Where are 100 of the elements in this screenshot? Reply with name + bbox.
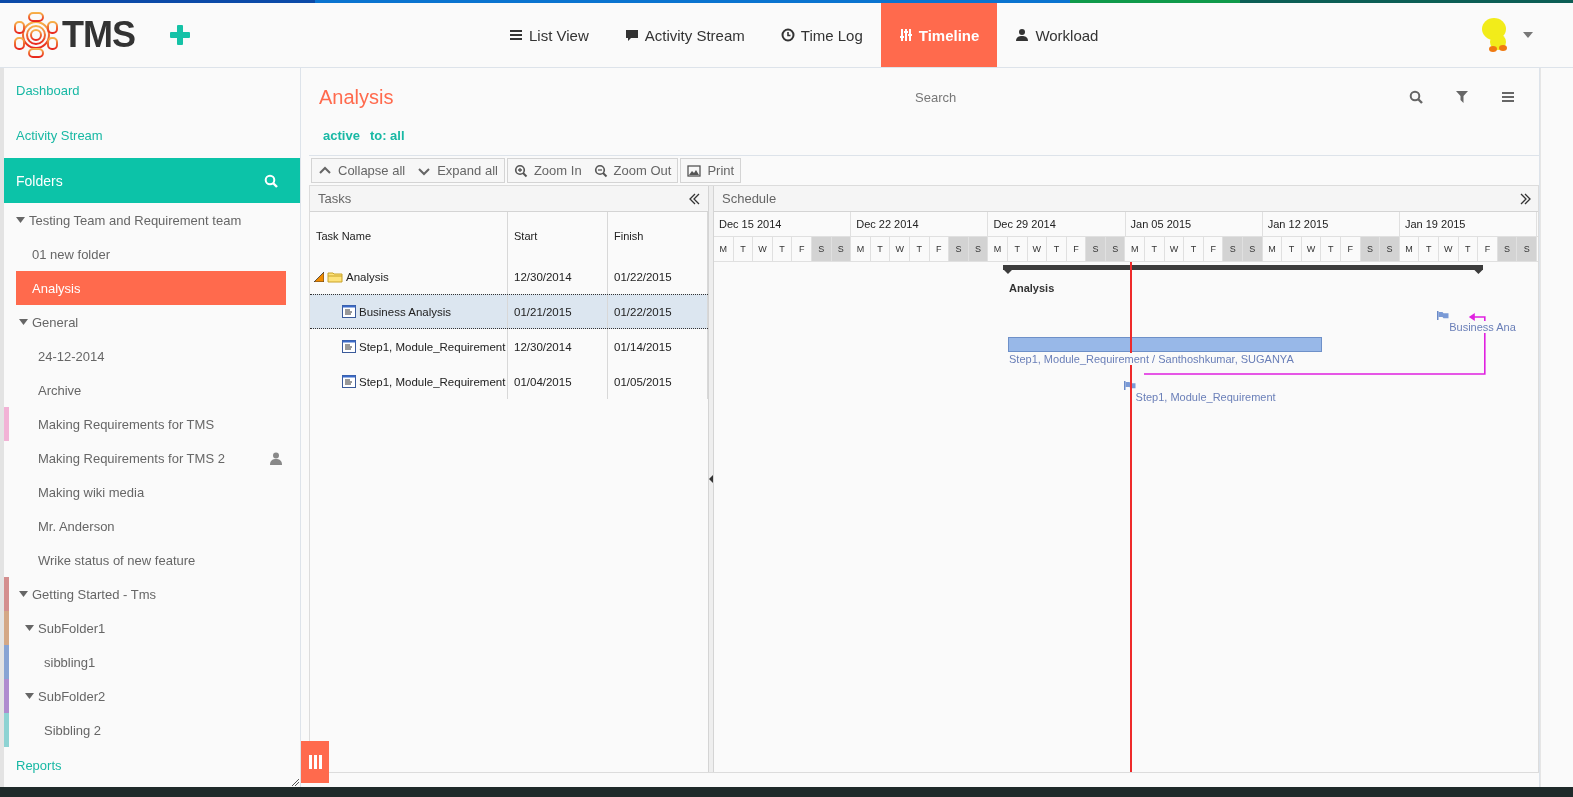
bar-label: Step1, Module_Requirement / Santhoshkumar, SUGANYA <box>1008 353 1295 365</box>
task-icon <box>342 375 356 388</box>
week-label: Dec 15 2014 <box>714 212 852 236</box>
comment-icon <box>624 28 639 42</box>
clock-icon <box>780 28 795 42</box>
double-chevron-left-icon <box>688 192 702 205</box>
plus-icon <box>169 24 191 46</box>
task-name: Analysis <box>346 270 389 283</box>
double-chevron-right-icon <box>1518 192 1532 205</box>
bar-label: Analysis <box>1008 282 1056 294</box>
nav-tab[interactable]: List View <box>491 3 607 67</box>
day-cell: T <box>1184 237 1204 261</box>
table-cell: 01/04/2015 <box>508 364 608 399</box>
day-cell: M <box>1125 237 1146 261</box>
splitter-arrow-icon <box>709 475 713 483</box>
day-cell: M <box>1399 237 1420 261</box>
zoom-in-icon <box>513 163 528 178</box>
folder-item[interactable]: Mr. Anderson <box>16 509 286 543</box>
sliders-icon <box>898 28 913 42</box>
search-field[interactable]: Search <box>913 88 1117 106</box>
folder-item[interactable]: Making Requirements for TMS 2 <box>16 441 286 475</box>
folder-item[interactable]: Making Requirements for TMS <box>16 407 286 441</box>
folder-item[interactable]: Archive <box>16 373 286 407</box>
day-cell: T <box>1007 237 1028 261</box>
search-button[interactable] <box>1409 90 1423 104</box>
collapse-button[interactable] <box>688 192 702 205</box>
day-cell: W <box>890 237 910 261</box>
day-cell: S <box>1360 237 1381 261</box>
day-cell: M <box>1262 237 1283 261</box>
folder-item[interactable]: Testing Team and Requirement team <box>16 203 286 237</box>
folder-item[interactable]: Making wiki media <box>16 475 286 509</box>
toolbar-button[interactable]: Expand all <box>411 159 504 182</box>
folder-item[interactable]: Getting Started - Tms <box>16 577 286 611</box>
bar-label: Step1, Module_Requirement <box>1134 391 1277 403</box>
folder-item[interactable]: SubFolder1 <box>16 611 286 645</box>
day-cell: F <box>792 237 812 261</box>
toolbar-button[interactable]: Zoom In <box>507 159 588 182</box>
panel-toggle-button[interactable] <box>301 741 329 783</box>
folder-item[interactable]: Wrike status of new feature <box>16 543 286 577</box>
caret-icon <box>1523 32 1533 38</box>
toolbar-button[interactable]: Print <box>681 159 741 182</box>
folder-item[interactable]: 01 new folder <box>16 237 286 271</box>
page-title: Analysis <box>319 85 395 109</box>
task-name: Business Analysis <box>359 305 452 318</box>
week-label: Jan 12 2015 <box>1262 212 1400 236</box>
day-cell: M <box>714 237 734 261</box>
filter-button[interactable] <box>1455 90 1469 104</box>
nav-tab[interactable]: Activity Stream <box>606 3 763 67</box>
search-icon <box>264 173 278 188</box>
day-cell: W <box>753 237 773 261</box>
expand-button[interactable] <box>1518 192 1532 205</box>
folder-icon <box>327 270 343 283</box>
day-cell: T <box>909 237 930 261</box>
nav-tab[interactable]: Time Log <box>762 3 881 67</box>
folder-item[interactable]: 24-12-2014 <box>16 339 286 373</box>
day-cell: T <box>1458 237 1479 261</box>
table-cell: 12/30/2014 <box>508 329 608 364</box>
day-cell: T <box>1145 237 1165 261</box>
day-cell: S <box>1223 237 1244 261</box>
bar-label: Business Ana <box>1448 321 1517 333</box>
task-icon <box>342 340 356 353</box>
panel-title: Schedule <box>722 191 777 206</box>
day-cell: T <box>1047 237 1067 261</box>
folder-item[interactable]: SubFolder2 <box>16 679 286 713</box>
picture-icon <box>687 163 702 178</box>
user-icon <box>1015 28 1030 42</box>
day-cell: S <box>949 237 969 261</box>
day-cell: T <box>1282 237 1302 261</box>
toolbar-button[interactable]: Zoom Out <box>587 159 678 182</box>
folder-item[interactable]: General <box>16 305 286 339</box>
day-cell: T <box>1321 237 1341 261</box>
resize-grip-icon <box>291 778 299 786</box>
menu-button[interactable] <box>1501 90 1515 104</box>
table-cell: 01/21/2015 <box>508 295 608 328</box>
menu-icon <box>1501 90 1515 104</box>
day-cell: W <box>1027 237 1048 261</box>
task-name: Step1, Module_Requirement <box>359 340 506 353</box>
nav-tab[interactable]: Workload <box>997 3 1117 67</box>
task-row[interactable]: Business Analysis 01/21/2015 01/22/2015 <box>310 294 708 329</box>
day-cell: T <box>1419 237 1439 261</box>
day-cell: T <box>733 237 754 261</box>
flag-icon <box>1437 311 1450 320</box>
day-cell: S <box>1380 237 1400 261</box>
folder-item[interactable]: sibbling1 <box>16 645 286 679</box>
list-icon <box>509 28 523 42</box>
task-name: Step1, Module_Requirement <box>359 375 506 388</box>
day-cell: T <box>870 237 891 261</box>
week-label: Jan 05 2015 <box>1125 212 1263 236</box>
folders-title: Folders <box>16 172 63 189</box>
week-label: Dec 29 2014 <box>988 212 1126 236</box>
day-cell: S <box>1086 237 1106 261</box>
day-cell: S <box>1517 237 1537 261</box>
search-icon <box>1409 90 1423 104</box>
day-cell: S <box>811 237 832 261</box>
toolbar-button[interactable]: Collapse all <box>312 159 412 182</box>
day-cell: S <box>831 237 852 261</box>
folder-item[interactable]: Sibbling 2 <box>16 713 286 747</box>
flower-logo-icon <box>12 11 60 59</box>
day-cell: S <box>1243 237 1263 261</box>
day-cell: W <box>1301 237 1322 261</box>
